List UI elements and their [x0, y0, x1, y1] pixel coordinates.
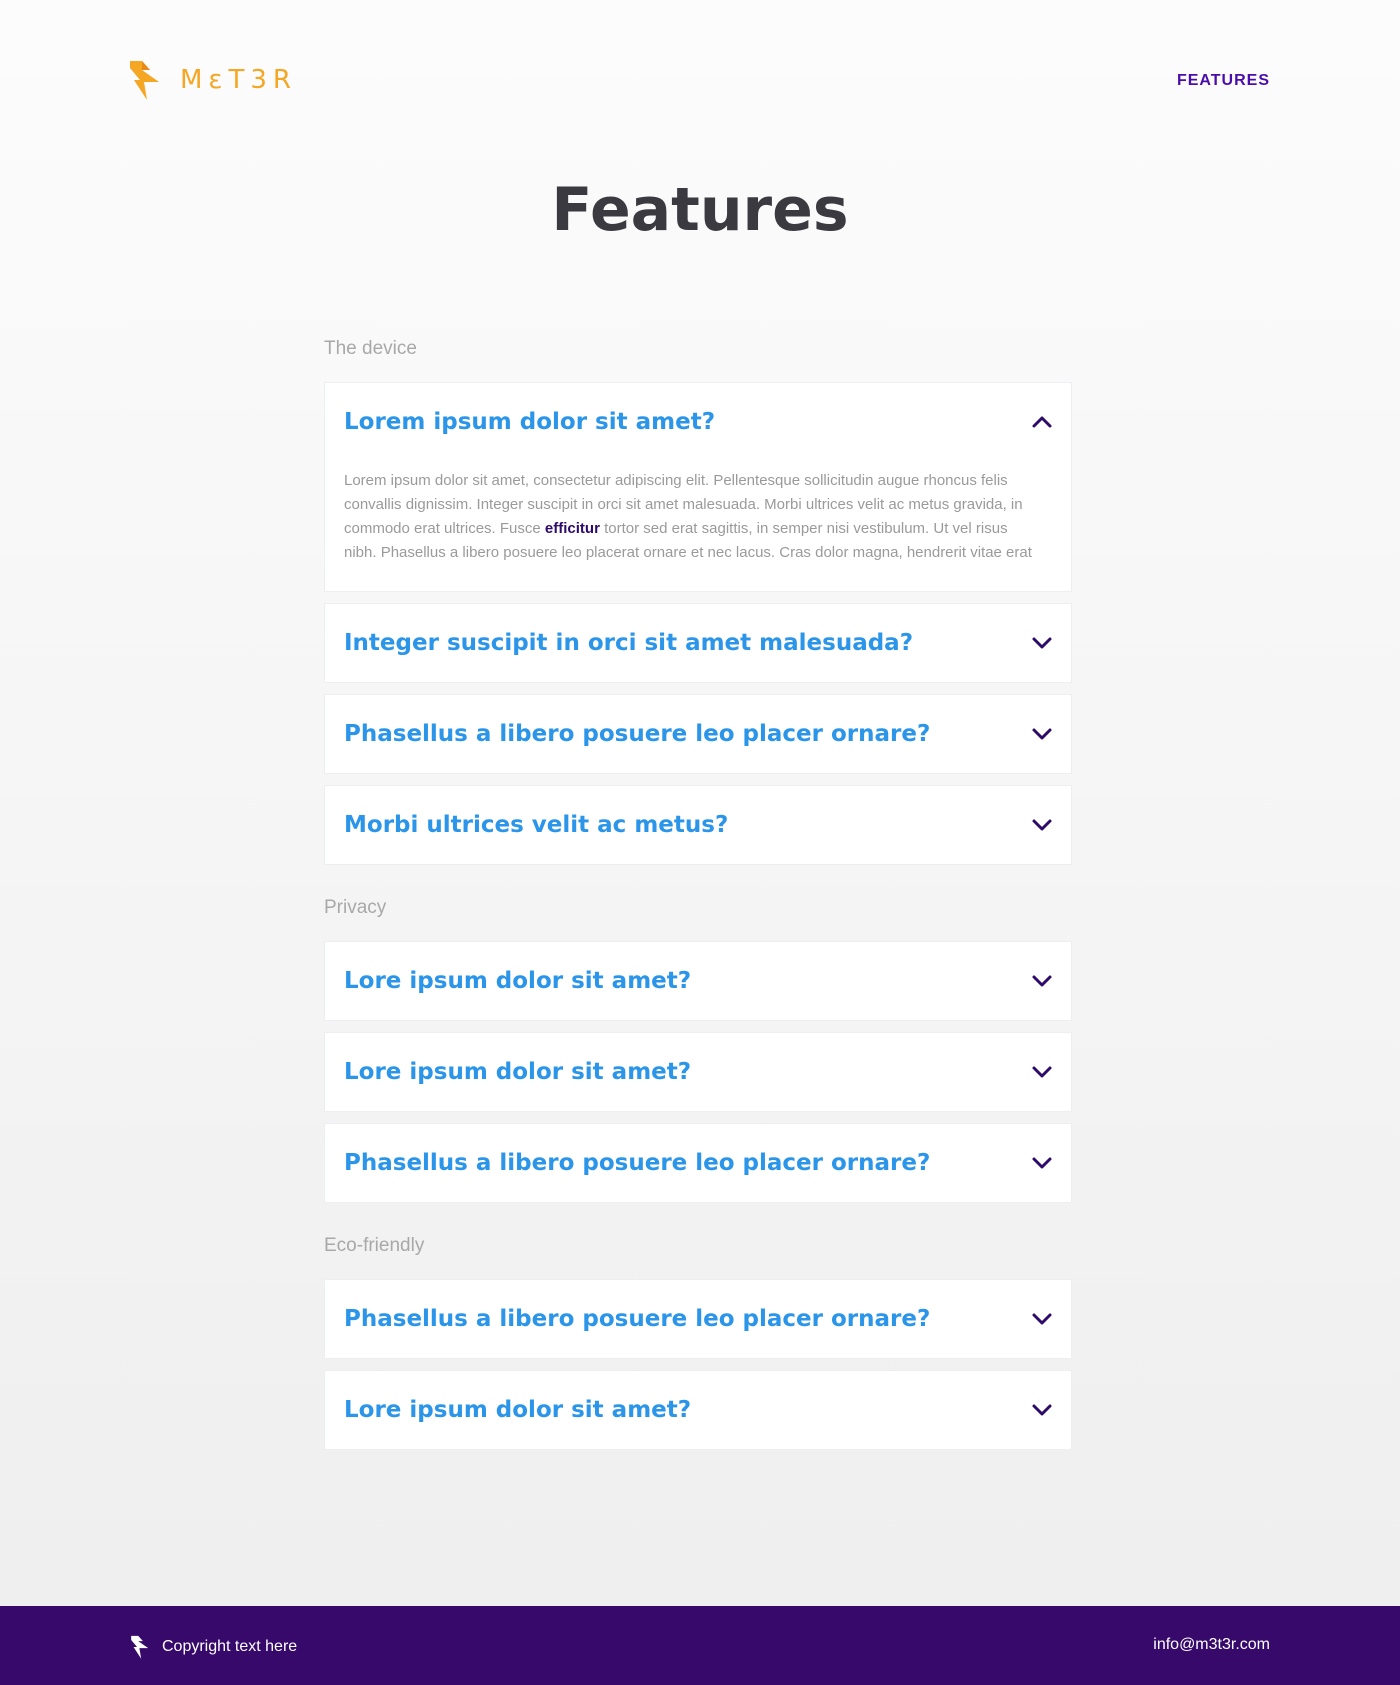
- faq-question: Phasellus a libero posuere leo placer or…: [344, 721, 931, 747]
- chevron-down-icon[interactable]: [1031, 636, 1053, 650]
- chevron-down-icon[interactable]: [1031, 974, 1053, 988]
- site-footer: Copyright text here info@m3t3r.com: [0, 1606, 1400, 1685]
- chevron-down-icon[interactable]: [1031, 1156, 1053, 1170]
- nav-features-link[interactable]: FEATURES: [1177, 72, 1270, 90]
- faq-answer: Lorem ipsum dolor sit amet, consectetur …: [325, 461, 1071, 591]
- faq-toggle[interactable]: Integer suscipit in orci sit amet malesu…: [325, 604, 1071, 682]
- footer-brand: Copyright text here: [130, 1634, 297, 1660]
- chevron-down-icon[interactable]: [1031, 1065, 1053, 1079]
- faq-answer-highlight: efficitur: [544, 520, 600, 537]
- faq-toggle[interactable]: Phasellus a libero posuere leo placer or…: [325, 1124, 1071, 1202]
- logo[interactable]: MεT3R: [128, 58, 297, 102]
- faq-content: The device Lorem ipsum dolor sit amet? L…: [324, 338, 1072, 1482]
- faq-item: Phasellus a libero posuere leo placer or…: [324, 694, 1072, 774]
- faq-item: Lore ipsum dolor sit amet?: [324, 1370, 1072, 1450]
- faq-question: Phasellus a libero posuere leo placer or…: [344, 1306, 931, 1332]
- faq-question: Lore ipsum dolor sit amet?: [344, 968, 692, 994]
- faq-toggle[interactable]: Lore ipsum dolor sit amet?: [325, 942, 1071, 1020]
- faq-toggle[interactable]: Lore ipsum dolor sit amet?: [325, 1033, 1071, 1111]
- faq-question: Lorem ipsum dolor sit amet?: [344, 409, 716, 435]
- chevron-down-icon[interactable]: [1031, 1312, 1053, 1326]
- copyright-text: Copyright text here: [162, 1638, 298, 1655]
- chevron-down-icon[interactable]: [1031, 818, 1053, 832]
- faq-item: Morbi ultrices velit ac metus?: [324, 785, 1072, 865]
- lightning-bolt-icon: [130, 61, 159, 100]
- faq-question: Lore ipsum dolor sit amet?: [344, 1059, 692, 1085]
- footer-email-link[interactable]: info@m3t3r.com: [1153, 1636, 1270, 1654]
- faq-item: Lorem ipsum dolor sit amet? Lorem ipsum …: [324, 382, 1072, 592]
- faq-item: Phasellus a libero posuere leo placer or…: [324, 1123, 1072, 1203]
- faq-toggle[interactable]: Phasellus a libero posuere leo placer or…: [325, 1280, 1071, 1358]
- chevron-down-icon[interactable]: [1031, 1403, 1053, 1417]
- chevron-down-icon[interactable]: [1031, 727, 1053, 741]
- section-label: Privacy: [324, 897, 387, 918]
- faq-toggle[interactable]: Lore ipsum dolor sit amet?: [325, 1371, 1071, 1449]
- faq-question: Morbi ultrices velit ac metus?: [344, 812, 729, 838]
- chevron-up-icon[interactable]: [1031, 415, 1053, 429]
- site-header: MεT3R FEATURES: [0, 0, 1400, 150]
- page-title: Features: [551, 175, 849, 245]
- lightning-bolt-icon: [131, 1635, 149, 1659]
- section-label: Eco-friendly: [324, 1235, 425, 1256]
- faq-question: Phasellus a libero posuere leo placer or…: [344, 1150, 931, 1176]
- faq-toggle[interactable]: Lorem ipsum dolor sit amet?: [325, 383, 1071, 461]
- faq-item: Lore ipsum dolor sit amet?: [324, 941, 1072, 1021]
- brand-name: MεT3R: [180, 65, 297, 95]
- section-privacy: Privacy Lore ipsum dolor sit amet? Lore …: [324, 897, 1072, 1203]
- faq-question: Integer suscipit in orci sit amet malesu…: [344, 630, 914, 656]
- section-label: The device: [324, 338, 417, 359]
- faq-item: Phasellus a libero posuere leo placer or…: [324, 1279, 1072, 1359]
- section-eco-friendly: Eco-friendly Phasellus a libero posuere …: [324, 1235, 1072, 1450]
- faq-toggle[interactable]: Phasellus a libero posuere leo placer or…: [325, 695, 1071, 773]
- faq-item: Lore ipsum dolor sit amet?: [324, 1032, 1072, 1112]
- faq-toggle[interactable]: Morbi ultrices velit ac metus?: [325, 786, 1071, 864]
- section-the-device: The device Lorem ipsum dolor sit amet? L…: [324, 338, 1072, 865]
- faq-question: Lore ipsum dolor sit amet?: [344, 1397, 692, 1423]
- faq-item: Integer suscipit in orci sit amet malesu…: [324, 603, 1072, 683]
